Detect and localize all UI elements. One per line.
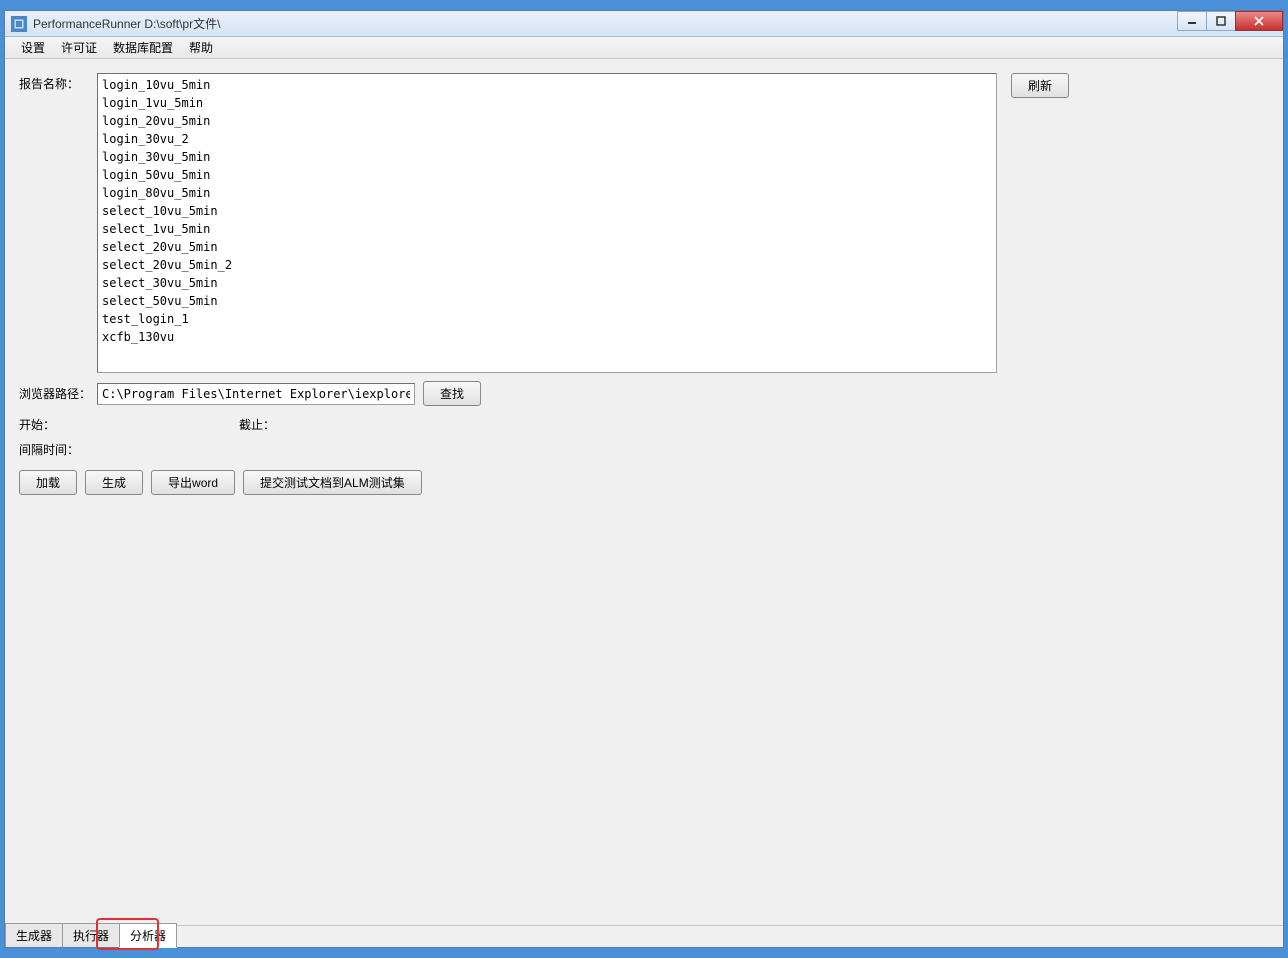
list-item[interactable]: select_50vu_5min	[100, 292, 994, 310]
app-window: PerformanceRunner D:\soft\pr文件\ 设置 许可证 数…	[4, 10, 1284, 948]
list-item[interactable]: login_30vu_5min	[100, 148, 994, 166]
list-item[interactable]: select_20vu_5min_2	[100, 256, 994, 274]
maximize-button[interactable]	[1206, 11, 1236, 31]
submit-alm-button[interactable]: 提交测试文档到ALM测试集	[243, 470, 422, 495]
end-label: 截止：	[239, 414, 289, 433]
export-word-button[interactable]: 导出word	[151, 470, 235, 495]
find-button[interactable]: 查找	[423, 381, 481, 406]
window-controls	[1178, 11, 1283, 31]
minimize-button[interactable]	[1177, 11, 1207, 31]
list-item[interactable]: login_50vu_5min	[100, 166, 994, 184]
browser-path-label: 浏览器路径：	[19, 385, 97, 402]
list-item[interactable]: select_30vu_5min	[100, 274, 994, 292]
list-item[interactable]: select_20vu_5min	[100, 238, 994, 256]
start-label: 开始：	[19, 414, 97, 433]
list-item[interactable]: login_20vu_5min	[100, 112, 994, 130]
generate-button[interactable]: 生成	[85, 470, 143, 495]
tab-executor[interactable]: 执行器	[62, 923, 120, 947]
list-item[interactable]: select_10vu_5min	[100, 202, 994, 220]
refresh-button[interactable]: 刷新	[1011, 73, 1069, 98]
content-area: 报告名称： login_10vu_5min login_1vu_5min log…	[5, 59, 1283, 925]
menu-settings[interactable]: 设置	[13, 36, 53, 59]
menu-database[interactable]: 数据库配置	[105, 36, 181, 59]
window-title: PerformanceRunner D:\soft\pr文件\	[33, 15, 220, 32]
list-item[interactable]: select_1vu_5min	[100, 220, 994, 238]
close-button[interactable]	[1235, 11, 1283, 31]
report-name-label: 报告名称：	[19, 73, 97, 92]
tab-generator[interactable]: 生成器	[5, 923, 63, 947]
list-item[interactable]: login_10vu_5min	[100, 76, 994, 94]
tab-analyzer[interactable]: 分析器	[119, 923, 177, 948]
load-button[interactable]: 加载	[19, 470, 77, 495]
list-item[interactable]: login_80vu_5min	[100, 184, 994, 202]
menu-license[interactable]: 许可证	[53, 36, 105, 59]
titlebar[interactable]: PerformanceRunner D:\soft\pr文件\	[5, 11, 1283, 37]
app-icon	[11, 16, 27, 32]
list-item[interactable]: login_30vu_2	[100, 130, 994, 148]
list-item[interactable]: test_login_1	[100, 310, 994, 328]
bottom-tabs: 生成器 执行器 分析器	[5, 925, 1283, 947]
menu-help[interactable]: 帮助	[181, 36, 221, 59]
report-listbox[interactable]: login_10vu_5min login_1vu_5min login_20v…	[97, 73, 997, 373]
list-item[interactable]: login_1vu_5min	[100, 94, 994, 112]
browser-path-input[interactable]	[97, 383, 415, 405]
menubar: 设置 许可证 数据库配置 帮助	[5, 37, 1283, 59]
interval-label: 间隔时间：	[19, 441, 97, 458]
list-item[interactable]: xcfb_130vu	[100, 328, 994, 346]
